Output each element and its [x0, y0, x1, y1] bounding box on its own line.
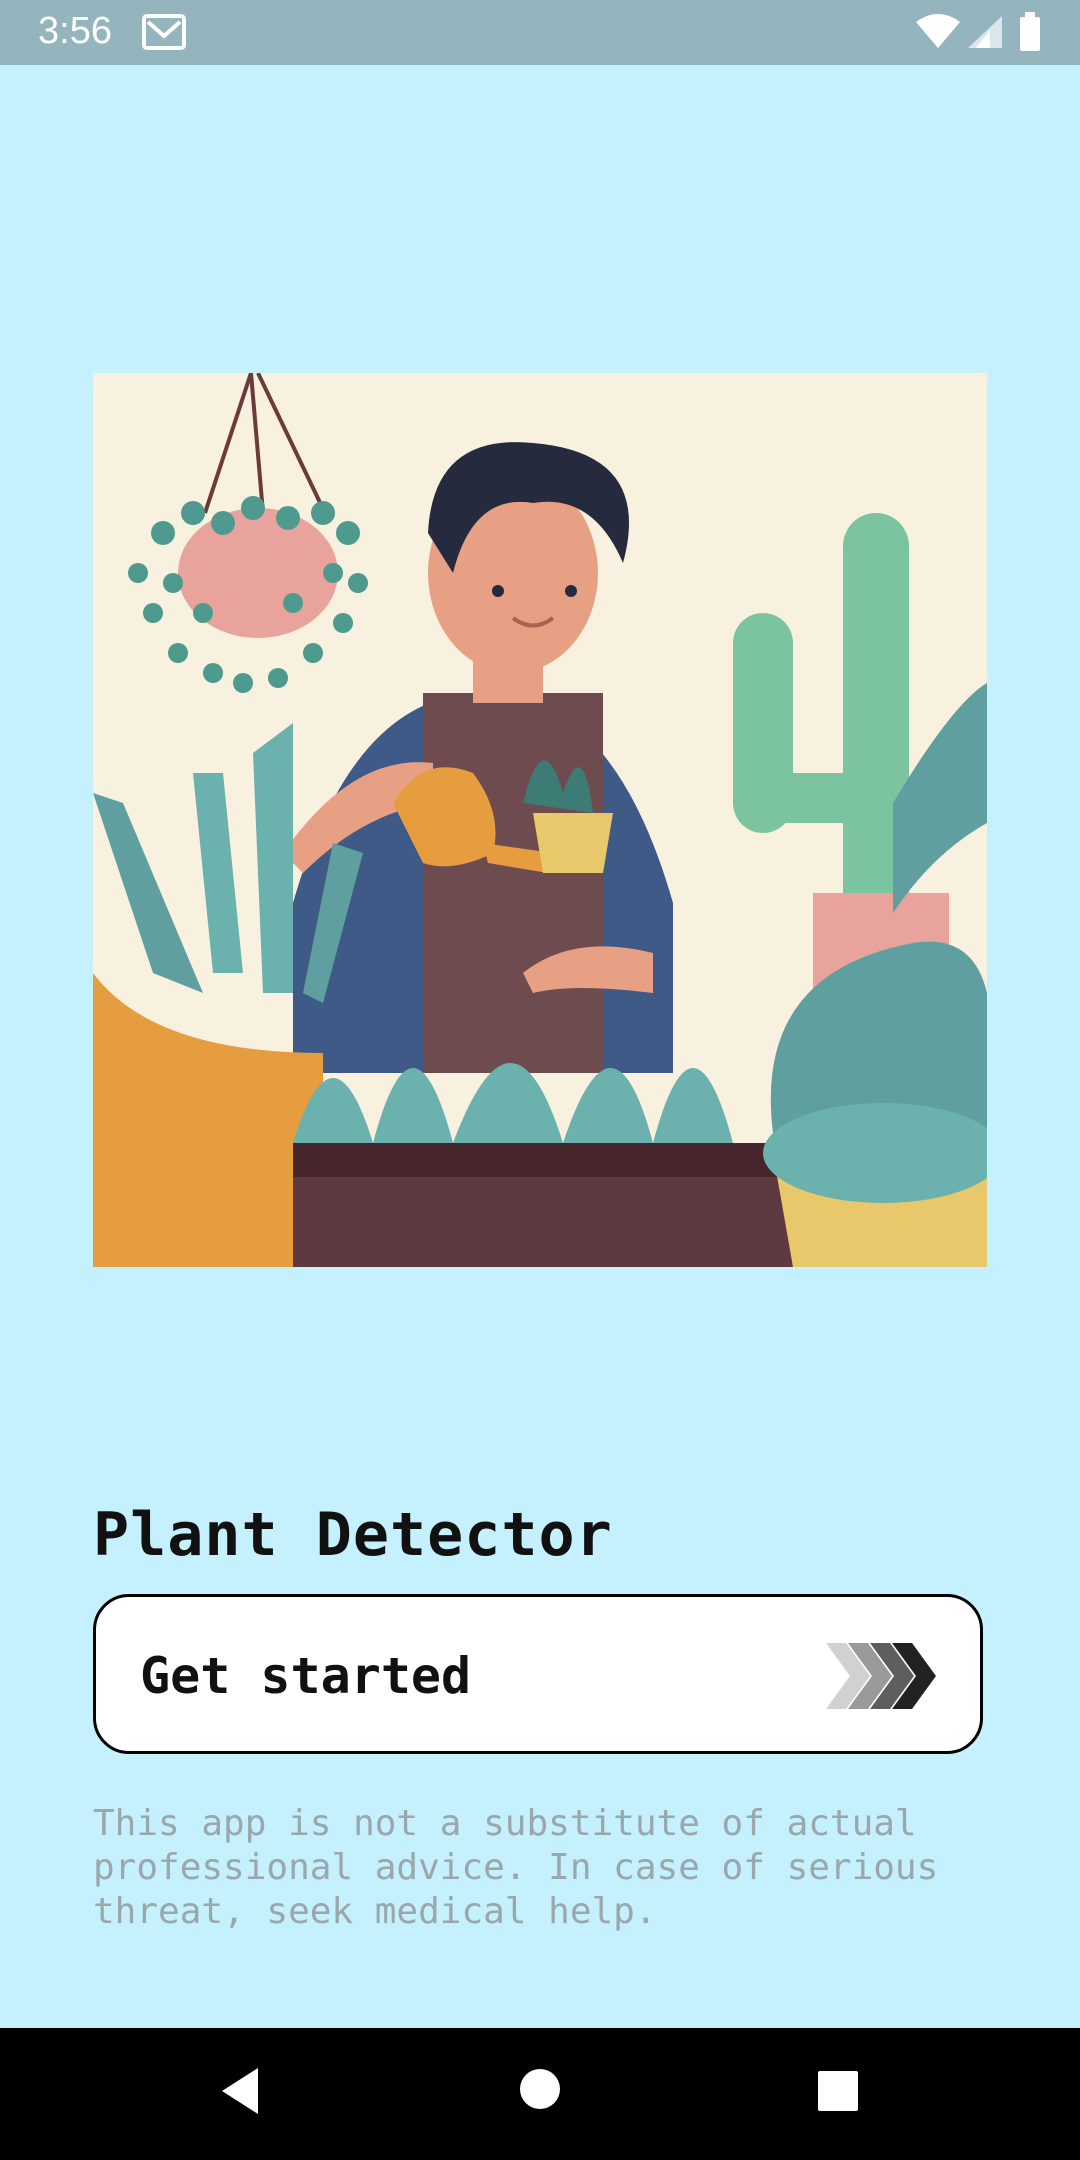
disclaimer-text: This app is not a substitute of actual p… — [93, 1803, 939, 1932]
gardener-illustration — [93, 373, 987, 1267]
status-bar: 3:56 — [0, 0, 1080, 65]
get-started-button[interactable]: Get started — [93, 1594, 983, 1754]
get-started-label: Get started — [140, 1647, 472, 1705]
mail-icon — [142, 14, 186, 50]
signal-icon — [968, 16, 1002, 48]
back-icon[interactable] — [218, 2066, 262, 2116]
recents-icon[interactable] — [817, 2070, 859, 2112]
app-title: Plant Detector — [93, 1500, 613, 1570]
battery-icon — [1020, 12, 1040, 51]
status-time: 3:56 — [38, 10, 112, 52]
chevrons-right-icon — [826, 1643, 936, 1709]
home-icon[interactable] — [519, 2068, 561, 2110]
wifi-icon — [916, 14, 960, 48]
navigation-bar — [0, 2028, 1080, 2160]
gardener-illustration-icon — [93, 373, 987, 1267]
